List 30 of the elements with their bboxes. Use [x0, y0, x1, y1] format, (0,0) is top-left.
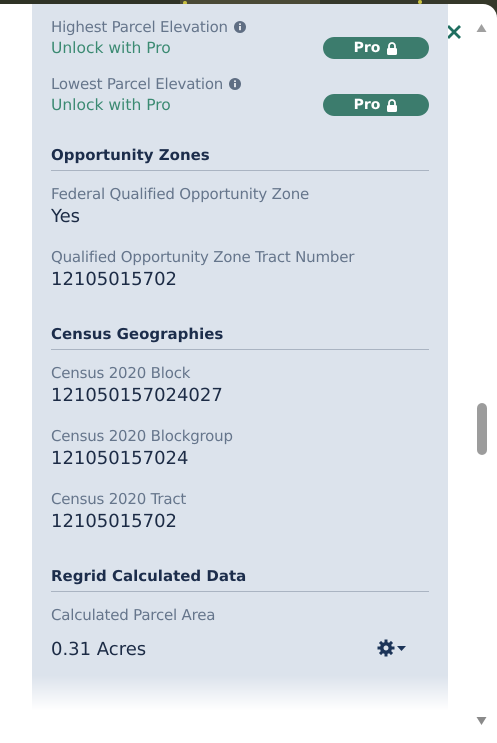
- field-value: 121050157024027: [51, 385, 224, 406]
- lock-icon: [386, 42, 398, 54]
- scrollbar-thumb[interactable]: [477, 403, 487, 455]
- scroll-down-icon[interactable]: [476, 717, 487, 725]
- close-icon[interactable]: [446, 24, 462, 40]
- field-label: Census 2020 Tract: [51, 490, 188, 508]
- section-heading: Regrid Calculated Data: [51, 567, 429, 592]
- field-label: Lowest Parcel Elevation: [51, 75, 224, 93]
- field-label: Census 2020 Blockgroup: [51, 427, 234, 445]
- unlock-text: Unlock with Pro: [51, 96, 171, 114]
- scroll-up-icon[interactable]: [476, 24, 487, 32]
- section-heading: Opportunity Zones: [51, 146, 429, 171]
- settings-icon[interactable]: [377, 639, 407, 657]
- field-value: 0.31 Acres: [51, 639, 146, 660]
- info-icon: [229, 78, 242, 90]
- field-value: Yes: [51, 206, 82, 227]
- field-label: Calculated Parcel Area: [51, 606, 216, 624]
- pro-button[interactable]: Pro: [323, 94, 429, 116]
- section-heading: Census Geographies: [51, 325, 429, 350]
- field-label: Highest Parcel Elevation: [51, 18, 228, 36]
- field-label: Federal Qualified Opportunity Zone: [51, 185, 310, 203]
- field-label: Census 2020 Block: [51, 364, 192, 382]
- unlock-text: Unlock with Pro: [51, 39, 171, 57]
- info-icon: [234, 21, 246, 33]
- field-value: 12105015702: [51, 511, 178, 532]
- field-value: 121050157024: [51, 448, 190, 469]
- field-value: 12105015702: [51, 269, 178, 290]
- lock-icon: [386, 98, 398, 112]
- pro-button[interactable]: Pro: [323, 37, 429, 59]
- field-label: Qualified Opportunity Zone Tract Number: [51, 248, 356, 266]
